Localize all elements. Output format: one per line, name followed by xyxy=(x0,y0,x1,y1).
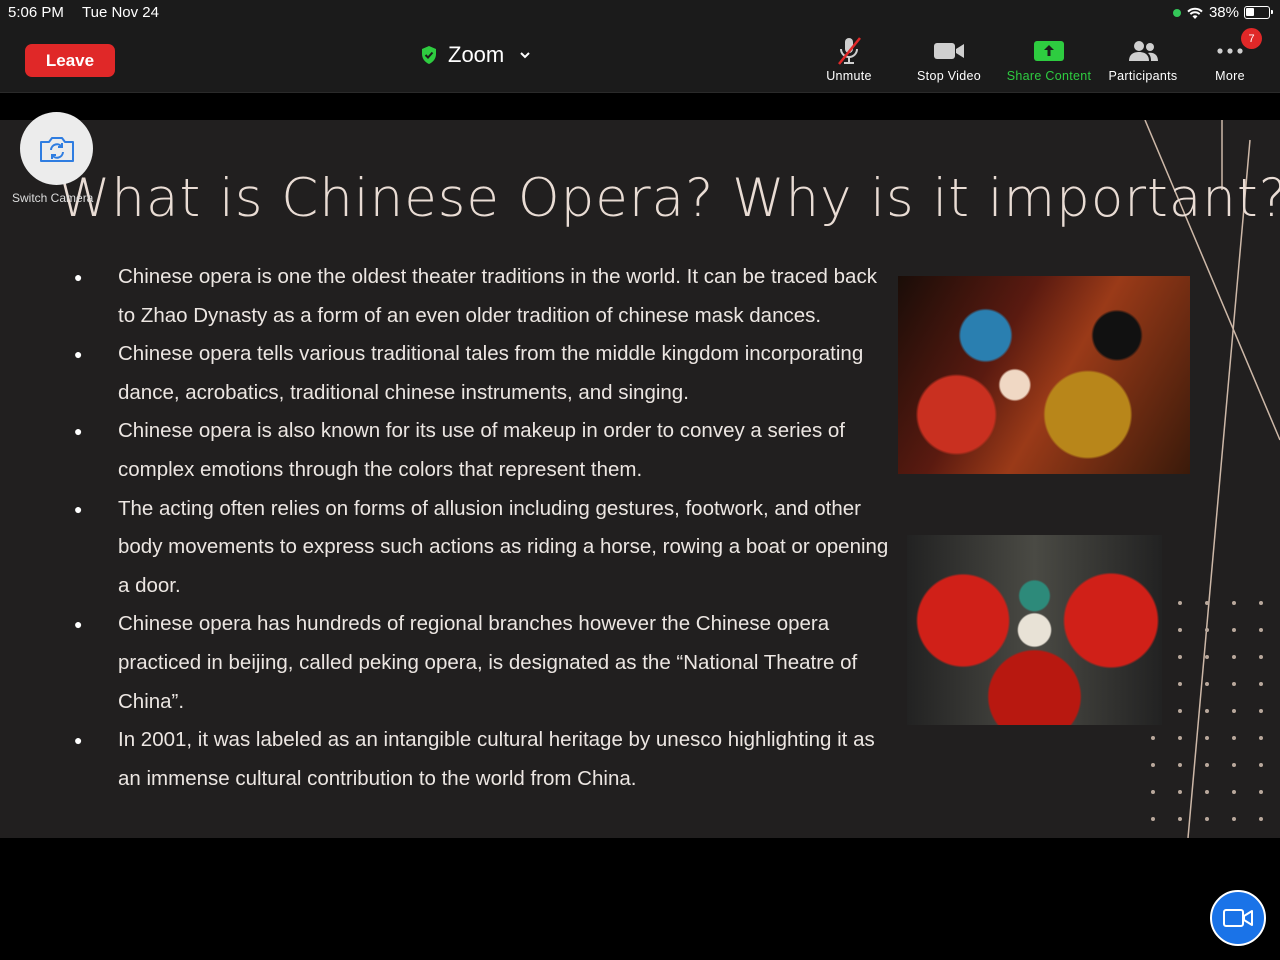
switch-camera-button[interactable] xyxy=(20,112,93,185)
share-content-label: Share Content xyxy=(1006,69,1092,83)
video-camera-outline-icon xyxy=(1223,909,1253,927)
meeting-title: Zoom xyxy=(448,42,505,67)
spacer-band xyxy=(0,94,1280,120)
participants-icon xyxy=(1129,41,1158,61)
switch-camera-icon xyxy=(39,136,74,162)
shield-check-icon xyxy=(422,46,436,64)
date: Tue Nov 24 xyxy=(82,4,159,21)
bullet-item: Chinese opera is also known for its use … xyxy=(68,412,898,489)
opera-mask-costume-photo xyxy=(907,535,1162,725)
video-view-button[interactable] xyxy=(1210,890,1266,946)
opera-performers-photo xyxy=(898,276,1190,474)
participants-label: Participants xyxy=(1108,69,1178,83)
bullet-item: The acting often relies on forms of allu… xyxy=(68,490,898,606)
stop-video-label: Stop Video xyxy=(917,69,981,83)
slide-bullet-list: Chinese opera is one the oldest theater … xyxy=(68,258,898,798)
video-camera-icon xyxy=(934,43,964,59)
wifi-icon xyxy=(1187,7,1203,19)
bullet-item: Chinese opera is one the oldest theater … xyxy=(68,258,898,335)
slide-title: What is Chinese Opera? Why is it importa… xyxy=(58,168,1280,229)
clock: 5:06 PM xyxy=(8,4,64,21)
switch-camera-label: Switch Camera xyxy=(12,191,94,205)
bottom-area xyxy=(0,838,1280,960)
bullet-item: Chinese opera has hundreds of regional b… xyxy=(68,605,898,721)
unmute-label: Unmute xyxy=(826,69,872,83)
participants-button[interactable]: Participants xyxy=(1095,34,1191,83)
leave-button[interactable]: Leave xyxy=(25,44,115,77)
shared-slide: What is Chinese Opera? Why is it importa… xyxy=(0,120,1280,838)
bullet-item: In 2001, it was labeled as an intangible… xyxy=(68,721,898,798)
more-button[interactable]: More 7 xyxy=(1182,28,1278,83)
share-screen-icon xyxy=(1034,41,1064,61)
stop-video-button[interactable]: Stop Video xyxy=(901,34,997,83)
meeting-toolbar: Leave Zoom Unmute Stop Video Share Conte… xyxy=(0,26,1280,93)
meeting-title-dropdown[interactable]: Zoom xyxy=(420,42,532,68)
more-label: More xyxy=(1215,69,1245,83)
battery-percent: 38% xyxy=(1208,4,1239,21)
status-bar: 5:06 PM Tue Nov 24 38% xyxy=(0,0,1280,26)
unmute-button[interactable]: Unmute xyxy=(801,34,897,83)
chevron-down-icon xyxy=(520,52,530,59)
notification-badge: 7 xyxy=(1241,28,1262,49)
bullet-item: Chinese opera tells various traditional … xyxy=(68,335,898,412)
status-indicators: 38% xyxy=(1172,4,1273,21)
camera-in-use-icon xyxy=(1172,8,1181,17)
microphone-muted-icon xyxy=(838,37,861,65)
battery-icon xyxy=(1244,6,1273,19)
more-dots-icon xyxy=(1217,48,1243,54)
share-content-button[interactable]: Share Content xyxy=(1001,34,1097,83)
